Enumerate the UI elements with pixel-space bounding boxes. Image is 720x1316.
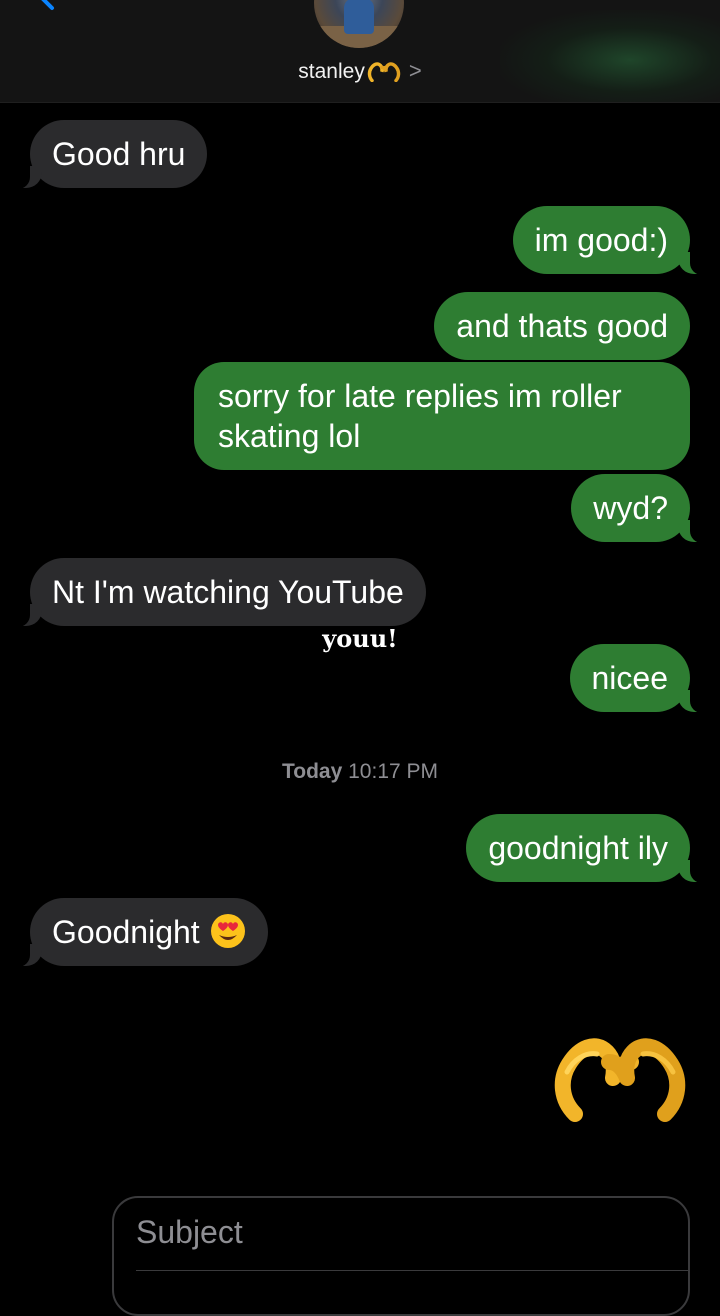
heart-eyes-face-icon — [210, 914, 245, 948]
contact-avatar[interactable] — [314, 0, 404, 48]
chevron-right-icon: > — [408, 58, 422, 83]
message-bubble-outgoing[interactable]: goodnight ily — [466, 814, 710, 883]
header-glow — [500, 10, 720, 102]
message-composer[interactable]: Subject — [112, 1196, 690, 1316]
message-text: Goodnight — [52, 914, 200, 950]
message-bubble-incoming[interactable]: Nt I'm watching YouTube — [10, 558, 426, 627]
heart-hands-icon[interactable] — [553, 1032, 687, 1122]
message-text: sorry for late replies im roller skating… — [218, 378, 622, 454]
message-text: and thats good — [456, 308, 668, 344]
message-text: Nt I'm watching YouTube — [52, 574, 404, 610]
conversation-header: stanley > — [0, 0, 720, 103]
message-bubble-outgoing[interactable]: nicee — [569, 644, 710, 713]
message-bubble-outgoing[interactable]: wyd? — [571, 474, 710, 543]
timestamp-time: 10:17 PM — [348, 760, 439, 783]
message-text: goodnight ily — [488, 830, 668, 866]
message-bubble-outgoing[interactable]: and thats good — [434, 292, 690, 360]
conversation-timestamp: Today 10:17 PM — [0, 760, 720, 784]
message-bubble-incoming[interactable]: Good hru — [9, 120, 208, 189]
heart-hands-icon — [367, 62, 401, 82]
message-bubble-outgoing[interactable]: im good:) — [512, 206, 711, 275]
message-text: nicee — [591, 660, 669, 696]
back-chevron-icon[interactable] — [22, 0, 62, 30]
contact-name: stanley — [298, 60, 365, 83]
composer-divider — [136, 1270, 688, 1271]
timestamp-day: Today — [281, 760, 343, 783]
message-text: im good:) — [534, 222, 668, 258]
message-text: Good hru — [52, 136, 186, 172]
subject-field[interactable]: Subject — [136, 1214, 243, 1251]
message-bubble-incoming[interactable]: Goodnight — [10, 898, 268, 967]
message-text: wyd? — [593, 490, 668, 526]
message-bubble-outgoing[interactable]: sorry for late replies im roller skating… — [194, 362, 690, 470]
contact-name-button[interactable]: stanley > — [0, 58, 720, 84]
